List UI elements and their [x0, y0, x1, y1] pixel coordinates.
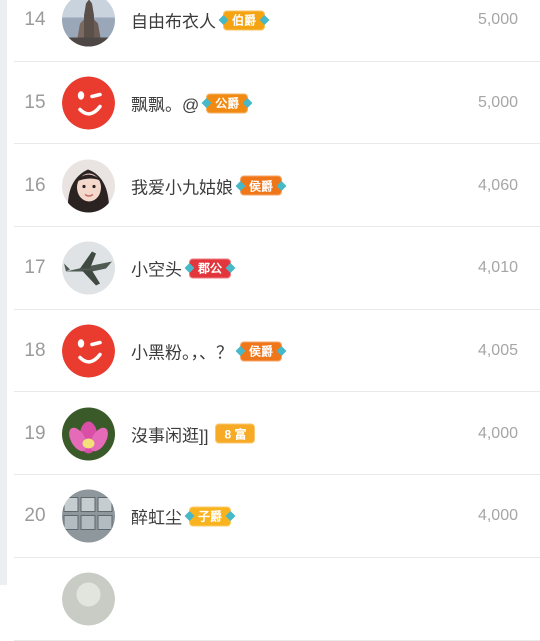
rank-title-badge: 伯爵: [223, 10, 266, 31]
score-value: 5,000: [477, 11, 518, 29]
user-name: 小黑粉。，、？: [131, 343, 233, 363]
user-name: 飘飘。@: [131, 95, 200, 115]
rank-number: 15: [24, 92, 46, 114]
steel-pipes-avatar[interactable]: [62, 489, 115, 543]
user-name: 小空头: [131, 260, 182, 280]
rank-number: 18: [24, 340, 46, 362]
ranking-row[interactable]: 15 飘飘。@ 公爵 5,000: [0, 62, 540, 145]
user-name: 我爱小九姑娘: [131, 178, 233, 198]
user-name: 自由布衣人: [131, 12, 216, 32]
fighter-jet-avatar[interactable]: [62, 241, 115, 295]
score-value: 5,000: [477, 94, 518, 112]
ranking-row[interactable]: 19 沒事闲逛]] 8 富 4,000: [0, 392, 540, 475]
girl-photo-avatar[interactable]: [62, 159, 115, 213]
wealth-level-badge: 8 富: [215, 423, 256, 444]
ranking-row[interactable]: 20 醉虹尘 子爵 4,000: [0, 475, 540, 558]
user-name: 醉虹尘: [131, 508, 182, 528]
rank-title-badge: 侯爵: [240, 175, 283, 196]
score-value: 4,060: [477, 176, 518, 194]
rank-number: 19: [24, 422, 46, 444]
stone-statue-avatar[interactable]: [62, 0, 115, 47]
wink-face-avatar[interactable]: [62, 324, 115, 378]
ranking-row[interactable]: 17 小空头 郡公 4,010: [0, 227, 540, 310]
ranking-row[interactable]: 16 我爱小九姑娘 侯爵 4,060: [0, 144, 540, 227]
ranking-list: 14 自由布衣人 伯爵 5,000 15 飘飘。@ 公爵 5,000 16 我爱…: [0, 0, 540, 641]
user-avatar[interactable]: [62, 572, 115, 626]
rank-number: 17: [24, 257, 46, 279]
ranking-row[interactable]: 18 小黑粉。，、？ 侯爵 4,005: [0, 310, 540, 393]
rank-title-badge: 子爵: [189, 506, 232, 527]
ranking-row[interactable]: 14 自由布衣人 伯爵 5,000: [0, 0, 540, 62]
score-value: 4,005: [477, 342, 518, 360]
wink-face-avatar[interactable]: [62, 76, 115, 130]
score-value: 4,000: [477, 424, 518, 442]
rank-number: 16: [24, 174, 46, 196]
rank-title-badge: 公爵: [206, 93, 249, 114]
rank-title-badge: 侯爵: [240, 341, 283, 362]
rank-number: 14: [24, 9, 46, 31]
user-name: 沒事闲逛]]: [131, 426, 209, 446]
lotus-flower-avatar[interactable]: [62, 407, 115, 461]
ranking-row[interactable]: [0, 558, 540, 641]
rank-number: 20: [24, 505, 46, 527]
score-value: 4,000: [477, 507, 518, 525]
score-value: 4,010: [477, 259, 518, 277]
rank-title-badge: 郡公: [189, 258, 232, 279]
